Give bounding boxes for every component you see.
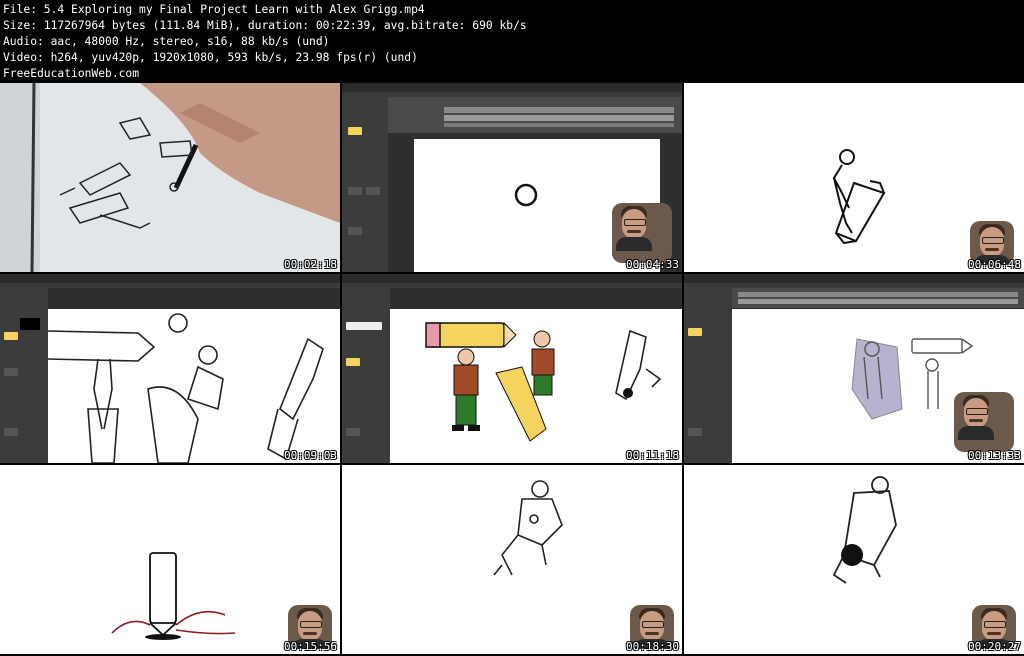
app-menu-bar [0, 283, 340, 288]
timestamp: 00:18:30 [626, 640, 679, 653]
thumbnail-4[interactable]: 00:09:03 [0, 274, 340, 463]
timestamp: 00:15:56 [284, 640, 337, 653]
color-swatch[interactable] [346, 322, 382, 330]
timestamp: 00:02:18 [284, 258, 337, 271]
file-size: Size: 117267964 bytes (111.84 MiB), dura… [3, 19, 527, 32]
file-name: File: 5.4 Exploring my Final Project Lea… [3, 3, 425, 16]
audio-info: Audio: aac, 48000 Hz, stereo, s16, 88 kb… [3, 35, 330, 48]
drawing-canvas[interactable] [390, 309, 682, 463]
timestamp: 00:06:48 [968, 258, 1021, 271]
drawing-canvas[interactable] [47, 309, 340, 463]
app-title-bar [0, 274, 340, 283]
thumbnail-2[interactable]: 00:04:33 [342, 83, 682, 272]
timeline-frames [444, 107, 674, 127]
tool-sidebar [684, 288, 732, 463]
eraser-tool-icon[interactable] [366, 187, 380, 195]
tool-sidebar [342, 288, 390, 463]
thumbnail-1[interactable]: 00:02:18 [0, 83, 340, 272]
play-icon[interactable] [346, 428, 360, 436]
pencil-tool-icon[interactable] [348, 187, 362, 195]
timeline-panel[interactable] [732, 288, 1024, 308]
timestamp: 00:09:03 [284, 449, 337, 462]
webcam-presenter [612, 203, 672, 263]
timestamp: 00:13:33 [968, 449, 1021, 462]
play-icon[interactable] [688, 428, 702, 436]
thumbnail-6[interactable]: 00:13:33 [684, 274, 1024, 463]
thumbnail-7[interactable]: 00:15:56 [0, 465, 340, 654]
character-sketches [47, 313, 324, 463]
video-info: Video: h264, yuv420p, 1920x1080, 593 kb/… [3, 51, 418, 64]
brush-tool-icon[interactable] [4, 332, 18, 340]
tool-sidebar [0, 288, 48, 463]
tool-sidebar [342, 97, 388, 272]
thumbnail-9[interactable]: 00:20:27 [684, 465, 1024, 654]
play-icon[interactable] [4, 428, 18, 436]
app-title-bar [342, 83, 682, 92]
brush-tool-icon[interactable] [348, 127, 362, 135]
undo-icon[interactable] [348, 227, 362, 235]
colored-characters [425, 321, 662, 442]
timeline-frames [738, 292, 1018, 304]
brush-tool-icon[interactable] [346, 358, 360, 366]
thumbnail-5[interactable]: 00:11:18 [342, 274, 682, 463]
thumbnail-grid: 00:02:18 00:04:33 00:06:48 00:09:03 00:1… [0, 83, 1024, 656]
app-menu-bar [342, 283, 682, 288]
pen-drawing-photo [0, 83, 340, 272]
app-title-bar [342, 274, 682, 283]
thumbnail-8[interactable]: 00:18:30 [342, 465, 682, 654]
timestamp: 00:11:18 [626, 449, 679, 462]
brush-tool-icon[interactable] [688, 328, 702, 336]
timeline-panel[interactable] [388, 97, 682, 133]
pencil-tool-icon[interactable] [4, 368, 18, 376]
webcam-presenter [954, 392, 1014, 452]
color-swatch[interactable] [20, 318, 40, 330]
timestamp: 00:20:27 [968, 640, 1021, 653]
app-title-bar [684, 274, 1024, 283]
thumbnail-3[interactable]: 00:06:48 [684, 83, 1024, 272]
timestamp: 00:04:33 [626, 258, 679, 271]
site-name: FreeEducationWeb.com [3, 67, 140, 80]
file-info: File: 5.4 Exploring my Final Project Lea… [3, 2, 527, 82]
